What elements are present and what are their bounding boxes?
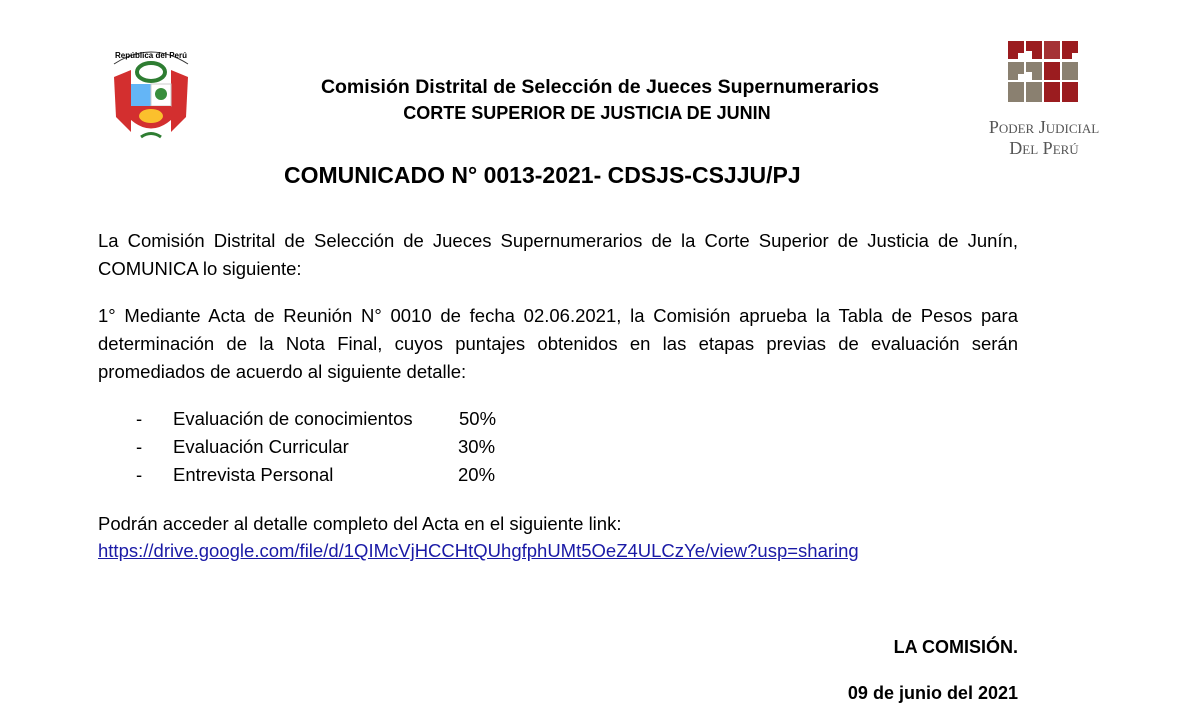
svg-text:República del Perú: República del Perú: [115, 51, 187, 60]
header-commission: Comisión Distrital de Selección de Juece…: [320, 76, 880, 98]
list-item: - Evaluación de conocimientos 50%: [98, 405, 598, 433]
weights-list: - Evaluación de conocimientos 50% - Eval…: [98, 405, 598, 495]
item-weight: 20%: [458, 464, 496, 485]
bullet: -: [136, 464, 143, 485]
item-weight: 50%: [459, 408, 497, 429]
header-court: CORTE SUPERIOR DE JUSTICIA DE JUNIN: [403, 103, 771, 123]
acta-link[interactable]: https://drive.google.com/file/d/1QIMcVjH…: [98, 537, 859, 565]
list-item: - Entrevista Personal 20%: [98, 461, 598, 489]
bullet: -: [136, 408, 143, 429]
access-text: Podrán acceder al detalle completo del A…: [98, 513, 622, 534]
item-label: Evaluación de conocimientos: [173, 408, 413, 429]
item-label: Entrevista Personal: [173, 464, 334, 485]
signature: LA COMISIÓN.: [893, 637, 1018, 657]
item-label: Evaluación Curricular: [173, 436, 349, 457]
item-weight: 30%: [458, 436, 496, 457]
date: 09 de junio del 2021: [847, 683, 1018, 703]
bullet: -: [136, 436, 143, 457]
document-title: COMUNICADO N° 0013-2021- CDSJS-CSJJU/PJ: [284, 162, 801, 188]
logo-text-line1: Poder Judicial: [988, 117, 1100, 137]
list-item: - Evaluación Curricular 30%: [98, 433, 598, 461]
intro-paragraph: La Comisión Distrital de Selección de Ju…: [98, 230, 1018, 279]
poder-judicial-logo: Poder Judicial Del Perú: [976, 38, 1112, 158]
point-1-paragraph: 1° Mediante Acta de Reunión N° 0010 de f…: [98, 305, 1018, 382]
logo-text-line2: Del Perú: [1009, 138, 1079, 158]
peru-coat-of-arms: República del Perú: [106, 42, 196, 147]
